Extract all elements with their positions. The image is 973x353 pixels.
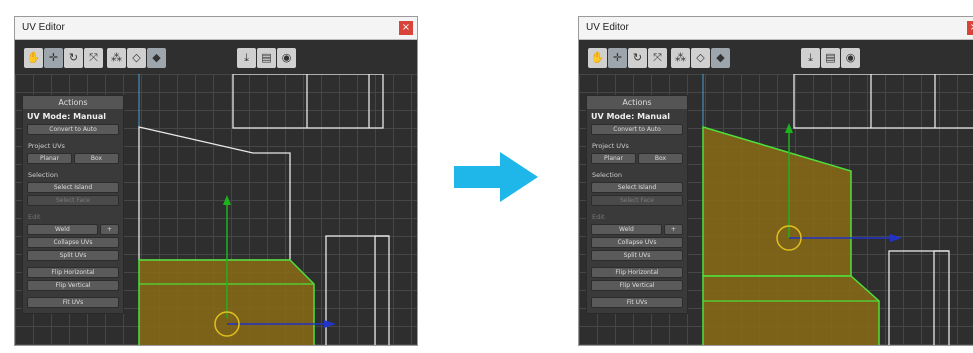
uv-mode-label: UV Mode: Manual (591, 112, 670, 121)
weld-options-button[interactable]: + (99, 224, 119, 235)
y-axis-arrow-icon (223, 195, 231, 205)
fit-uvs-button[interactable]: Fit UVs (591, 297, 683, 308)
uv-island-side (888, 250, 950, 345)
window-title: UV Editor (586, 22, 629, 33)
editor-body: ✋ ✛ ↻ ⤧ ⁂ ◇ ◆ ⤓ ▤ ◉ Actions UV Mode: Man… (15, 40, 417, 345)
select-island-button[interactable]: Select Island (591, 182, 683, 193)
title-bar: UV Editor × (579, 17, 973, 40)
weld-row: Weld + (591, 224, 683, 235)
face-mode-icon[interactable]: ◆ (711, 48, 730, 68)
uv-island-wall (138, 126, 291, 261)
x-axis-arrow-icon (324, 320, 336, 328)
uv-island-top (232, 74, 384, 129)
selection-label: Selection (28, 171, 58, 179)
weld-button[interactable]: Weld (591, 224, 662, 235)
face-mode-icon[interactable]: ◆ (147, 48, 166, 68)
edge-mode-icon[interactable]: ◇ (127, 48, 146, 68)
uv-editor-window-before: UV Editor × ✋ ✛ ↻ ⤧ ⁂ ◇ ◆ ⤓ ▤ ◉ Actions … (14, 16, 418, 346)
close-button[interactable]: × (967, 21, 973, 35)
transition-arrow-icon (454, 152, 538, 202)
selection-label: Selection (592, 171, 622, 179)
selected-uv-island-floor[interactable] (702, 275, 880, 345)
toolbar: ✋ ✛ ↻ ⤧ ⁂ ◇ ◆ ⤓ ▤ ◉ (579, 40, 973, 74)
title-bar: UV Editor × (15, 17, 417, 40)
render-uv-icon[interactable]: ⤓ (237, 48, 256, 68)
select-island-button[interactable]: Select Island (27, 182, 119, 193)
convert-to-auto-button[interactable]: Convert to Auto (27, 124, 119, 135)
rotate-tool-icon[interactable]: ↻ (64, 48, 83, 68)
close-button[interactable]: × (399, 21, 413, 35)
planar-button[interactable]: Planar (27, 153, 72, 164)
actions-panel: Actions UV Mode: Manual Convert to Auto … (586, 95, 688, 314)
box-button[interactable]: Box (74, 153, 119, 164)
planar-button[interactable]: Planar (591, 153, 636, 164)
window-title: UV Editor (22, 22, 65, 33)
screenshot-icon[interactable]: ◉ (277, 48, 296, 68)
select-face-button[interactable]: Select Face (591, 195, 683, 206)
handle-tools: ✋ ✛ ↻ ⤧ (588, 48, 667, 68)
flip-vertical-button[interactable]: Flip Vertical (591, 280, 683, 291)
flip-horizontal-button[interactable]: Flip Horizontal (591, 267, 683, 278)
actions-panel: Actions UV Mode: Manual Convert to Auto … (22, 95, 124, 314)
select-face-button[interactable]: Select Face (27, 195, 119, 206)
move-tool-icon[interactable]: ✛ (44, 48, 63, 68)
select-mode-tools: ⁂ ◇ ◆ (107, 48, 166, 68)
editor-body: ✋ ✛ ↻ ⤧ ⁂ ◇ ◆ ⤓ ▤ ◉ Actions UV Mode: Man… (579, 40, 973, 345)
export-tools: ⤓ ▤ ◉ (237, 48, 296, 68)
vertex-mode-icon[interactable]: ⁂ (107, 48, 126, 68)
screenshot-icon[interactable]: ◉ (841, 48, 860, 68)
weld-button[interactable]: Weld (27, 224, 98, 235)
save-image-icon[interactable]: ▤ (821, 48, 840, 68)
weld-row: Weld + (27, 224, 119, 235)
project-uvs-label: Project UVs (28, 142, 65, 150)
y-axis-arrow-icon (785, 123, 793, 133)
flip-horizontal-button[interactable]: Flip Horizontal (27, 267, 119, 278)
uv-editor-window-after: UV Editor × ✋ ✛ ↻ ⤧ ⁂ ◇ ◆ ⤓ ▤ ◉ (578, 16, 973, 346)
flip-vertical-button[interactable]: Flip Vertical (27, 280, 119, 291)
box-button[interactable]: Box (638, 153, 683, 164)
uv-island-side (325, 235, 390, 345)
split-uvs-button[interactable]: Split UVs (591, 250, 683, 261)
project-buttons: Planar Box (27, 153, 119, 164)
split-uvs-button[interactable]: Split UVs (27, 250, 119, 261)
handle-tools: ✋ ✛ ↻ ⤧ (24, 48, 103, 68)
convert-to-auto-button[interactable]: Convert to Auto (591, 124, 683, 135)
x-axis-arrow-icon (890, 234, 902, 242)
hand-tool-icon[interactable]: ✋ (588, 48, 607, 68)
edit-label: Edit (592, 213, 605, 221)
collapse-uvs-button[interactable]: Collapse UVs (27, 237, 119, 248)
scale-tool-icon[interactable]: ⤧ (84, 48, 103, 68)
edge-mode-icon[interactable]: ◇ (691, 48, 710, 68)
actions-header: Actions (587, 96, 687, 109)
selected-uv-island-wall[interactable] (702, 125, 852, 277)
weld-options-button[interactable]: + (663, 224, 683, 235)
move-tool-icon[interactable]: ✛ (608, 48, 627, 68)
scale-tool-icon[interactable]: ⤧ (648, 48, 667, 68)
fit-uvs-button[interactable]: Fit UVs (27, 297, 119, 308)
toolbar: ✋ ✛ ↻ ⤧ ⁂ ◇ ◆ ⤓ ▤ ◉ (15, 40, 417, 74)
uv-mode-label: UV Mode: Manual (27, 112, 106, 121)
project-buttons: Planar Box (591, 153, 683, 164)
save-image-icon[interactable]: ▤ (257, 48, 276, 68)
uv-island-top (793, 74, 973, 129)
render-uv-icon[interactable]: ⤓ (801, 48, 820, 68)
actions-header: Actions (23, 96, 123, 109)
edit-label: Edit (28, 213, 41, 221)
select-mode-tools: ⁂ ◇ ◆ (671, 48, 730, 68)
vertex-mode-icon[interactable]: ⁂ (671, 48, 690, 68)
rotate-tool-icon[interactable]: ↻ (628, 48, 647, 68)
export-tools: ⤓ ▤ ◉ (801, 48, 860, 68)
project-uvs-label: Project UVs (592, 142, 629, 150)
collapse-uvs-button[interactable]: Collapse UVs (591, 237, 683, 248)
hand-tool-icon[interactable]: ✋ (24, 48, 43, 68)
